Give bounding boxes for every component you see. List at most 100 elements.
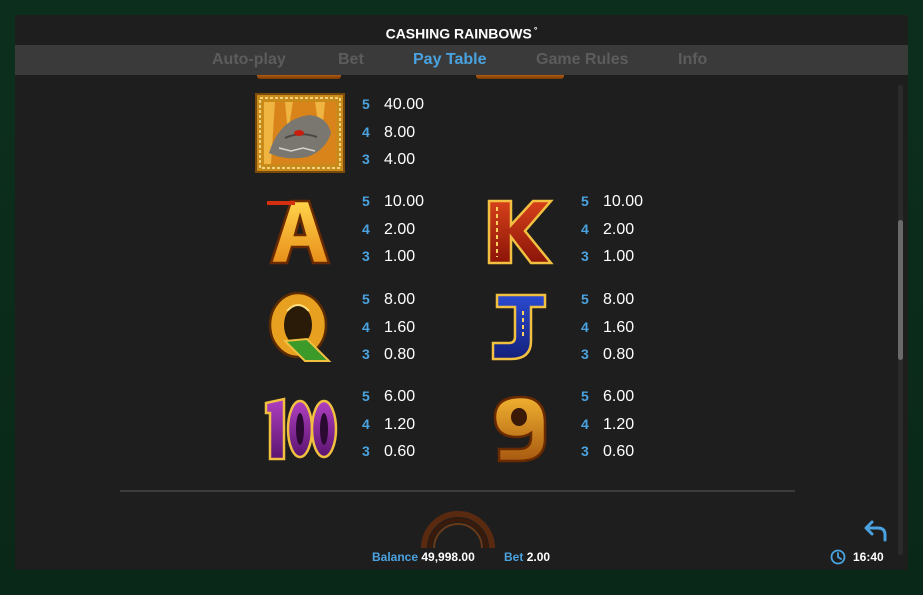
payout-row: 3 0.60 — [362, 438, 415, 466]
match-count: 4 — [581, 318, 589, 335]
ace-symbol-icon — [265, 193, 335, 268]
nine-symbol-icon — [491, 393, 549, 465]
balance-value: 49,998.00 — [421, 550, 475, 564]
nine-payouts: 5 6.00 4 1.20 3 0.60 — [581, 383, 634, 466]
payout-row: 4 1.60 — [362, 314, 415, 342]
payout-value: 6.00 — [384, 388, 416, 405]
payout-value: 1.00 — [603, 248, 635, 265]
jack-symbol-icon — [487, 291, 551, 363]
match-count: 3 — [581, 443, 589, 459]
payout-row: 5 10.00 — [581, 188, 643, 216]
match-count: 3 — [581, 346, 589, 362]
payout-row: 3 1.00 — [581, 243, 643, 271]
title-mark: ° — [533, 25, 538, 35]
match-count: 3 — [362, 248, 370, 264]
match-count: 4 — [362, 220, 370, 237]
match-count: 5 — [362, 193, 370, 209]
payout-value: 10.00 — [384, 193, 425, 210]
jack-payouts: 5 8.00 4 1.60 3 0.80 — [581, 286, 634, 369]
payout-value: 8.00 — [384, 123, 416, 141]
payout-value: 0.80 — [603, 346, 635, 363]
payout-row: 4 2.00 — [581, 216, 643, 244]
tab-game-rules[interactable]: Game Rules — [536, 45, 628, 75]
queen-symbol-icon — [265, 289, 335, 364]
balance-display: Balance 49,998.00 — [372, 549, 475, 565]
match-count: 5 — [362, 96, 370, 112]
payout-row: 4 1.20 — [362, 411, 415, 439]
dragon-symbol-icon — [255, 93, 345, 173]
dragon-payouts: 5 40.00 4 8.00 3 4.00 — [362, 91, 424, 174]
help-window: CASHING RAINBOWS ° Auto-play Bet Pay Tabl… — [15, 15, 908, 570]
payout-value: 6.00 — [603, 388, 635, 405]
tab-auto-play[interactable]: Auto-play — [212, 45, 286, 75]
section-divider — [120, 490, 795, 492]
match-count: 4 — [362, 123, 370, 140]
ten-symbol-icon — [262, 393, 338, 465]
payout-row: 3 0.80 — [581, 341, 634, 369]
payout-row: 3 4.00 — [362, 146, 424, 174]
king-payouts: 5 10.00 4 2.00 3 1.00 — [581, 188, 643, 271]
payout-value: 0.60 — [603, 443, 635, 460]
payout-row: 3 0.80 — [362, 341, 415, 369]
payout-value: 1.00 — [384, 248, 416, 265]
match-count: 5 — [362, 388, 370, 404]
payout-row: 4 8.00 — [362, 119, 424, 147]
match-count: 4 — [362, 318, 370, 335]
partial-symbol-left — [257, 75, 341, 79]
tab-info[interactable]: Info — [678, 45, 707, 75]
clock-icon — [830, 549, 846, 565]
clock-time: 16:40 — [853, 550, 884, 564]
payout-row: 4 1.20 — [581, 411, 634, 439]
match-count: 3 — [362, 346, 370, 362]
match-count: 3 — [362, 151, 370, 167]
match-count: 4 — [581, 220, 589, 237]
payout-row: 5 8.00 — [581, 286, 634, 314]
king-symbol-icon — [483, 193, 555, 268]
game-title: CASHING RAINBOWS ° — [15, 15, 908, 45]
payout-row: 3 1.00 — [362, 243, 424, 271]
payout-value: 0.80 — [384, 346, 416, 363]
payout-value: 2.00 — [384, 220, 416, 238]
payout-row: 4 2.00 — [362, 216, 424, 244]
game-title-text: CASHING RAINBOWS — [385, 25, 532, 42]
match-count: 3 — [362, 443, 370, 459]
payout-value: 10.00 — [603, 193, 644, 210]
match-count: 5 — [362, 291, 370, 307]
tab-pay-table[interactable]: Pay Table — [413, 45, 487, 75]
payout-value: 8.00 — [384, 291, 416, 308]
payout-value: 4.00 — [384, 151, 416, 168]
bet-display: Bet 2.00 — [504, 549, 550, 565]
payout-value: 2.00 — [603, 220, 635, 238]
rainbow-ornament-icon — [420, 508, 496, 548]
payout-row: 5 6.00 — [362, 383, 415, 411]
partial-symbol-right — [476, 75, 564, 79]
payout-value: 1.20 — [384, 415, 416, 433]
payout-row: 3 0.60 — [581, 438, 634, 466]
payout-row: 4 1.60 — [581, 314, 634, 342]
scrollbar-thumb[interactable] — [898, 220, 903, 360]
ten-payouts: 5 6.00 4 1.20 3 0.60 — [362, 383, 415, 466]
queen-payouts: 5 8.00 4 1.60 3 0.80 — [362, 286, 415, 369]
match-count: 4 — [581, 415, 589, 432]
payout-value: 1.60 — [384, 318, 416, 336]
tab-bar: Auto-play Bet Pay Table Game Rules Info — [15, 45, 908, 75]
balance-label: Balance — [372, 550, 419, 564]
payout-row: 5 6.00 — [581, 383, 634, 411]
bet-value: 2.00 — [526, 550, 551, 564]
match-count: 4 — [362, 415, 370, 432]
match-count: 3 — [581, 248, 589, 264]
payout-value: 8.00 — [603, 291, 635, 308]
payout-row: 5 40.00 — [362, 91, 424, 119]
match-count: 5 — [581, 193, 589, 209]
match-count: 5 — [581, 388, 589, 404]
back-arrow-icon[interactable] — [863, 518, 889, 544]
payout-row: 5 10.00 — [362, 188, 424, 216]
payout-value: 0.60 — [384, 443, 416, 460]
payout-row: 5 8.00 — [362, 286, 415, 314]
payout-value: 1.60 — [603, 318, 635, 336]
ace-payouts: 5 10.00 4 2.00 3 1.00 — [362, 188, 424, 271]
tab-bet[interactable]: Bet — [338, 45, 364, 75]
bet-label: Bet — [504, 550, 524, 564]
payout-value: 1.20 — [603, 415, 635, 433]
match-count: 5 — [581, 291, 589, 307]
